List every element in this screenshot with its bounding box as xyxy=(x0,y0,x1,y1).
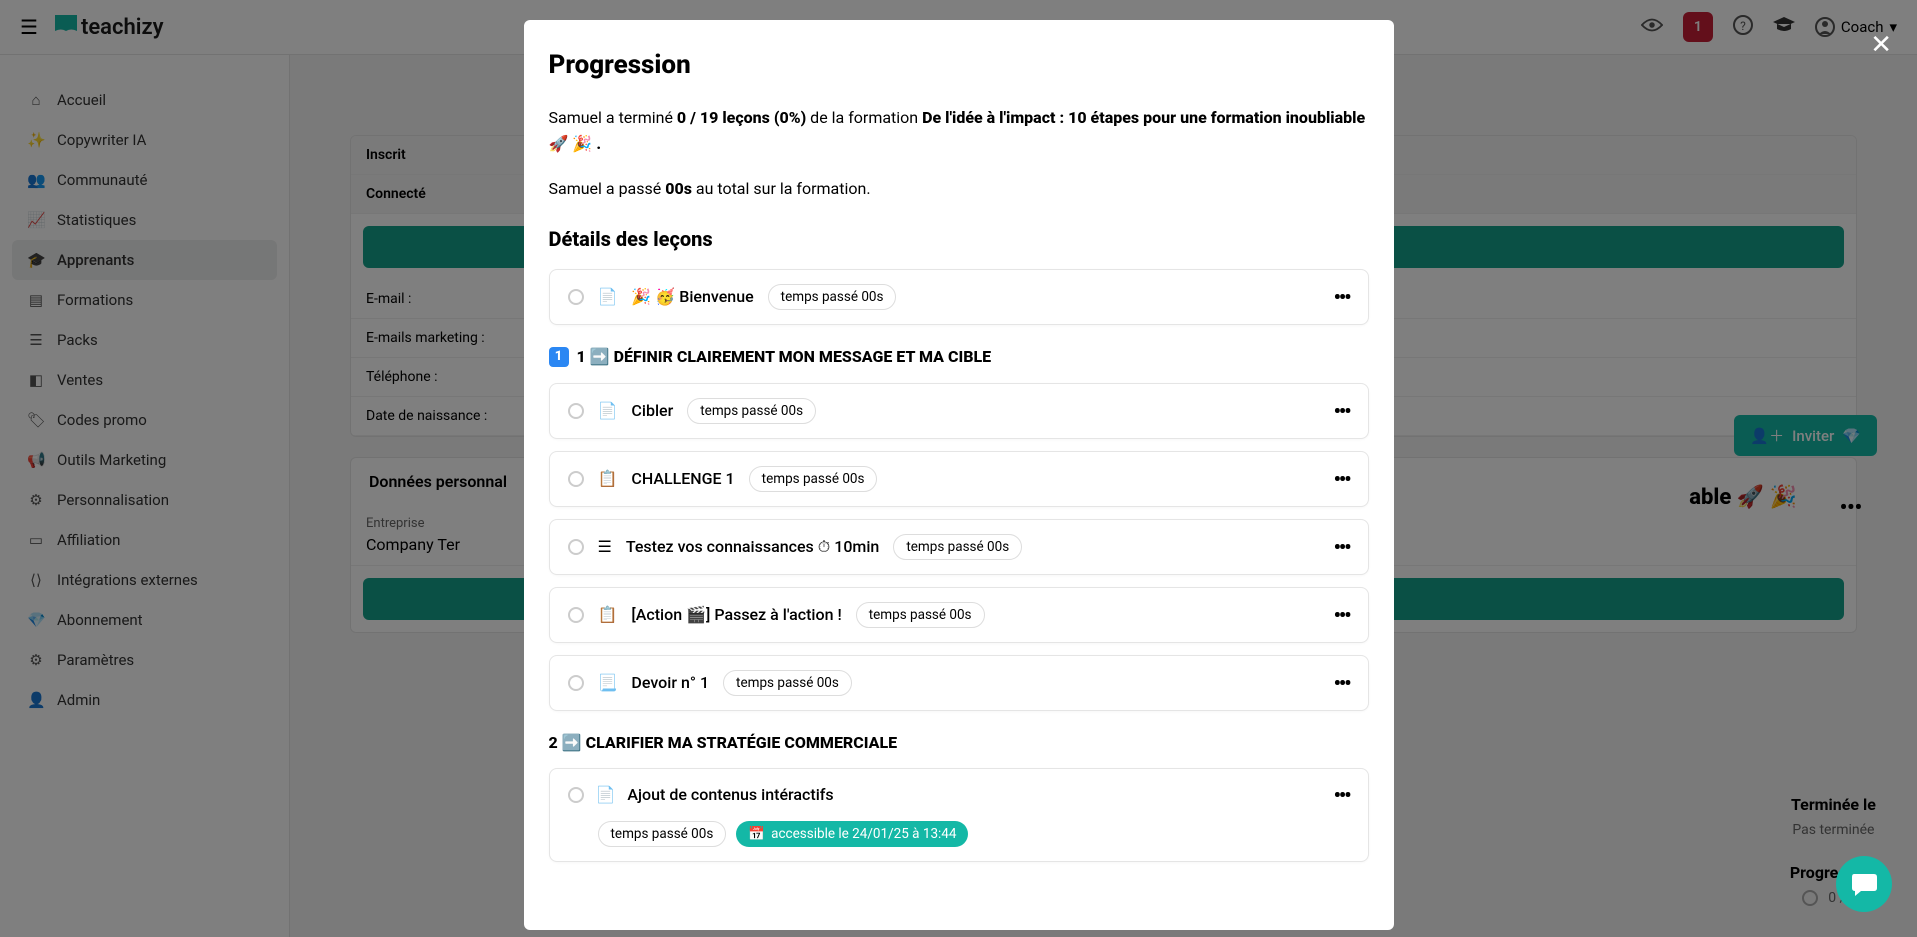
time-badge: temps passé 00s xyxy=(768,284,897,310)
time-badge: temps passé 00s xyxy=(893,534,1022,560)
access-badge: 📅 accessible le 24/01/25 à 13:44 xyxy=(736,821,968,847)
lesson-card[interactable]: 📄 Cibler temps passé 00s ••• xyxy=(549,383,1369,439)
modal-summary-1: Samuel a terminé 0 / 19 leçons (0%) de l… xyxy=(549,105,1369,156)
section-header: 2 ➡️ CLARIFIER MA STRATÉGIE COMMERCIALE xyxy=(549,733,1369,752)
more-icon[interactable]: ••• xyxy=(1334,285,1350,309)
details-heading: Détails des leçons xyxy=(549,227,1369,251)
number-badge-icon: 1 xyxy=(549,347,569,367)
radio-icon[interactable] xyxy=(568,675,584,691)
file-icon: 📃 xyxy=(598,673,618,692)
lesson-title: Cibler xyxy=(631,401,673,420)
calendar-icon: 📅 xyxy=(748,826,765,842)
doc-icon: 📄 xyxy=(598,401,618,420)
lesson-title: Ajout de contenus intéractifs xyxy=(627,785,833,804)
more-icon[interactable]: ••• xyxy=(1334,671,1350,695)
lesson-card[interactable]: 📃 Devoir n° 1 temps passé 00s ••• xyxy=(549,655,1369,711)
more-icon[interactable]: ••• xyxy=(1334,467,1350,491)
lesson-title: 🎉 🥳 Bienvenue xyxy=(631,287,753,306)
radio-icon[interactable] xyxy=(568,539,584,555)
radio-icon[interactable] xyxy=(568,787,584,803)
lesson-title: [Action 🎬] Passez à l'action ! xyxy=(631,605,841,624)
close-icon[interactable]: ✕ xyxy=(1870,30,1892,60)
more-icon[interactable]: ••• xyxy=(1334,535,1350,559)
lesson-card[interactable]: 📋 [Action 🎬] Passez à l'action ! temps p… xyxy=(549,587,1369,643)
radio-icon[interactable] xyxy=(568,607,584,623)
lesson-card[interactable]: ☰ Testez vos connaissances ⏱ 10min temps… xyxy=(549,519,1369,575)
lesson-title: Testez vos connaissances ⏱ 10min xyxy=(626,537,880,557)
time-badge: temps passé 00s xyxy=(598,821,727,847)
time-badge: temps passé 00s xyxy=(856,602,985,628)
lesson-title: CHALLENGE 1 xyxy=(631,469,734,488)
more-icon[interactable]: ••• xyxy=(1334,603,1350,627)
more-icon[interactable]: ••• xyxy=(1334,783,1350,807)
radio-icon[interactable] xyxy=(568,403,584,419)
chat-fab[interactable] xyxy=(1836,856,1892,912)
clipboard-icon: 📋 xyxy=(598,469,618,488)
progression-modal: Progression Samuel a terminé 0 / 19 leço… xyxy=(524,20,1394,930)
modal-summary-2: Samuel a passé 00s au total sur la forma… xyxy=(549,176,1369,202)
list-check-icon: ☰ xyxy=(598,537,612,556)
radio-icon[interactable] xyxy=(568,289,584,305)
lesson-card[interactable]: 📄 🎉 🥳 Bienvenue temps passé 00s ••• xyxy=(549,269,1369,325)
time-badge: temps passé 00s xyxy=(723,670,852,696)
lesson-card[interactable]: 📄 Ajout de contenus intéractifs ••• temp… xyxy=(549,768,1369,862)
time-badge: temps passé 00s xyxy=(687,398,816,424)
lesson-card[interactable]: 📋 CHALLENGE 1 temps passé 00s ••• xyxy=(549,451,1369,507)
lesson-title: Devoir n° 1 xyxy=(631,673,709,692)
section-header: 1 1 ➡️ DÉFINIR CLAIREMENT MON MESSAGE ET… xyxy=(549,347,1369,367)
time-badge: temps passé 00s xyxy=(749,466,878,492)
clipboard-icon: 📋 xyxy=(598,605,618,624)
modal-title: Progression xyxy=(549,50,1369,80)
more-icon[interactable]: ••• xyxy=(1334,399,1350,423)
radio-icon[interactable] xyxy=(568,471,584,487)
doc-icon: 📄 xyxy=(596,785,616,804)
doc-icon: 📄 xyxy=(598,287,618,306)
